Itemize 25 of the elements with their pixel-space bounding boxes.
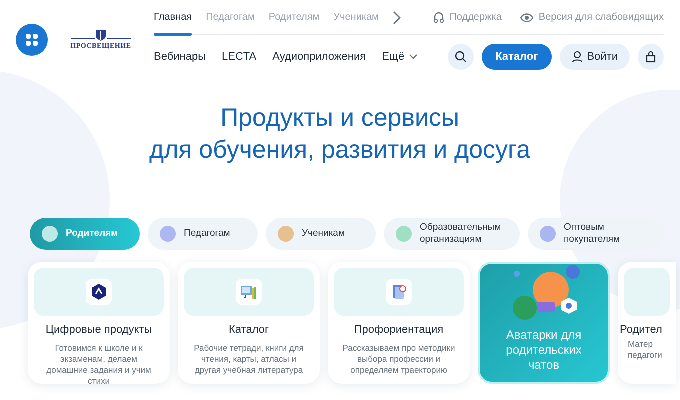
login-button[interactable]: Войти	[560, 44, 630, 70]
audience-tab[interactable]: Педагогам	[148, 218, 258, 250]
nav-link[interactable]: Ещё	[382, 48, 418, 66]
audience-tab[interactable]: Образовательным организациям	[384, 218, 520, 250]
card-title: Цифровые продукты	[46, 323, 152, 338]
product-card[interactable]: Цифровые продукты Готовимся к школе и к экзаменам, делаем домашние задания и учим стихи	[28, 262, 170, 384]
product-card[interactable]: Родител Матер педагоги	[618, 262, 676, 384]
product-card[interactable]: Каталог Рабочие тетради, книги для чтения, карты, атласы и другая учебная литература	[178, 262, 320, 384]
hero-subtitle: для обучения, развития и досуга	[148, 135, 532, 166]
card-title: Аватарки для родительских чатов	[505, 328, 583, 373]
top-nav-tab[interactable]: Главная	[154, 0, 192, 34]
card-title: Профориентация	[354, 323, 444, 338]
card-title: Родител	[620, 323, 664, 338]
card-description: Готовимся к школе и к экзаменам, делаем домашние задания и учим стихи	[46, 342, 152, 386]
hero-title: Продукты и сервисы	[220, 103, 460, 134]
audience-tab[interactable]: Ученикам	[266, 218, 376, 250]
product-card[interactable]: Профориентация Рассказываем про методики выбора профессии и определяем траекторию	[328, 262, 470, 384]
card-description: Рассказываем про методики выбора профессии и определяем траекторию	[342, 342, 456, 376]
card-description: Рабочие тетради, книги для чтения, карты, атласы и другая учебная литература	[193, 342, 305, 376]
card-description: Матер педагоги	[627, 338, 664, 360]
catalog-button[interactable]: Каталог	[482, 44, 552, 70]
nav-link[interactable]: LECTA	[222, 48, 257, 66]
nav-link[interactable]: Вебинары	[154, 48, 206, 66]
card-title: Каталог	[229, 323, 269, 338]
nav-link[interactable]: Аудиоприложения	[272, 48, 366, 66]
